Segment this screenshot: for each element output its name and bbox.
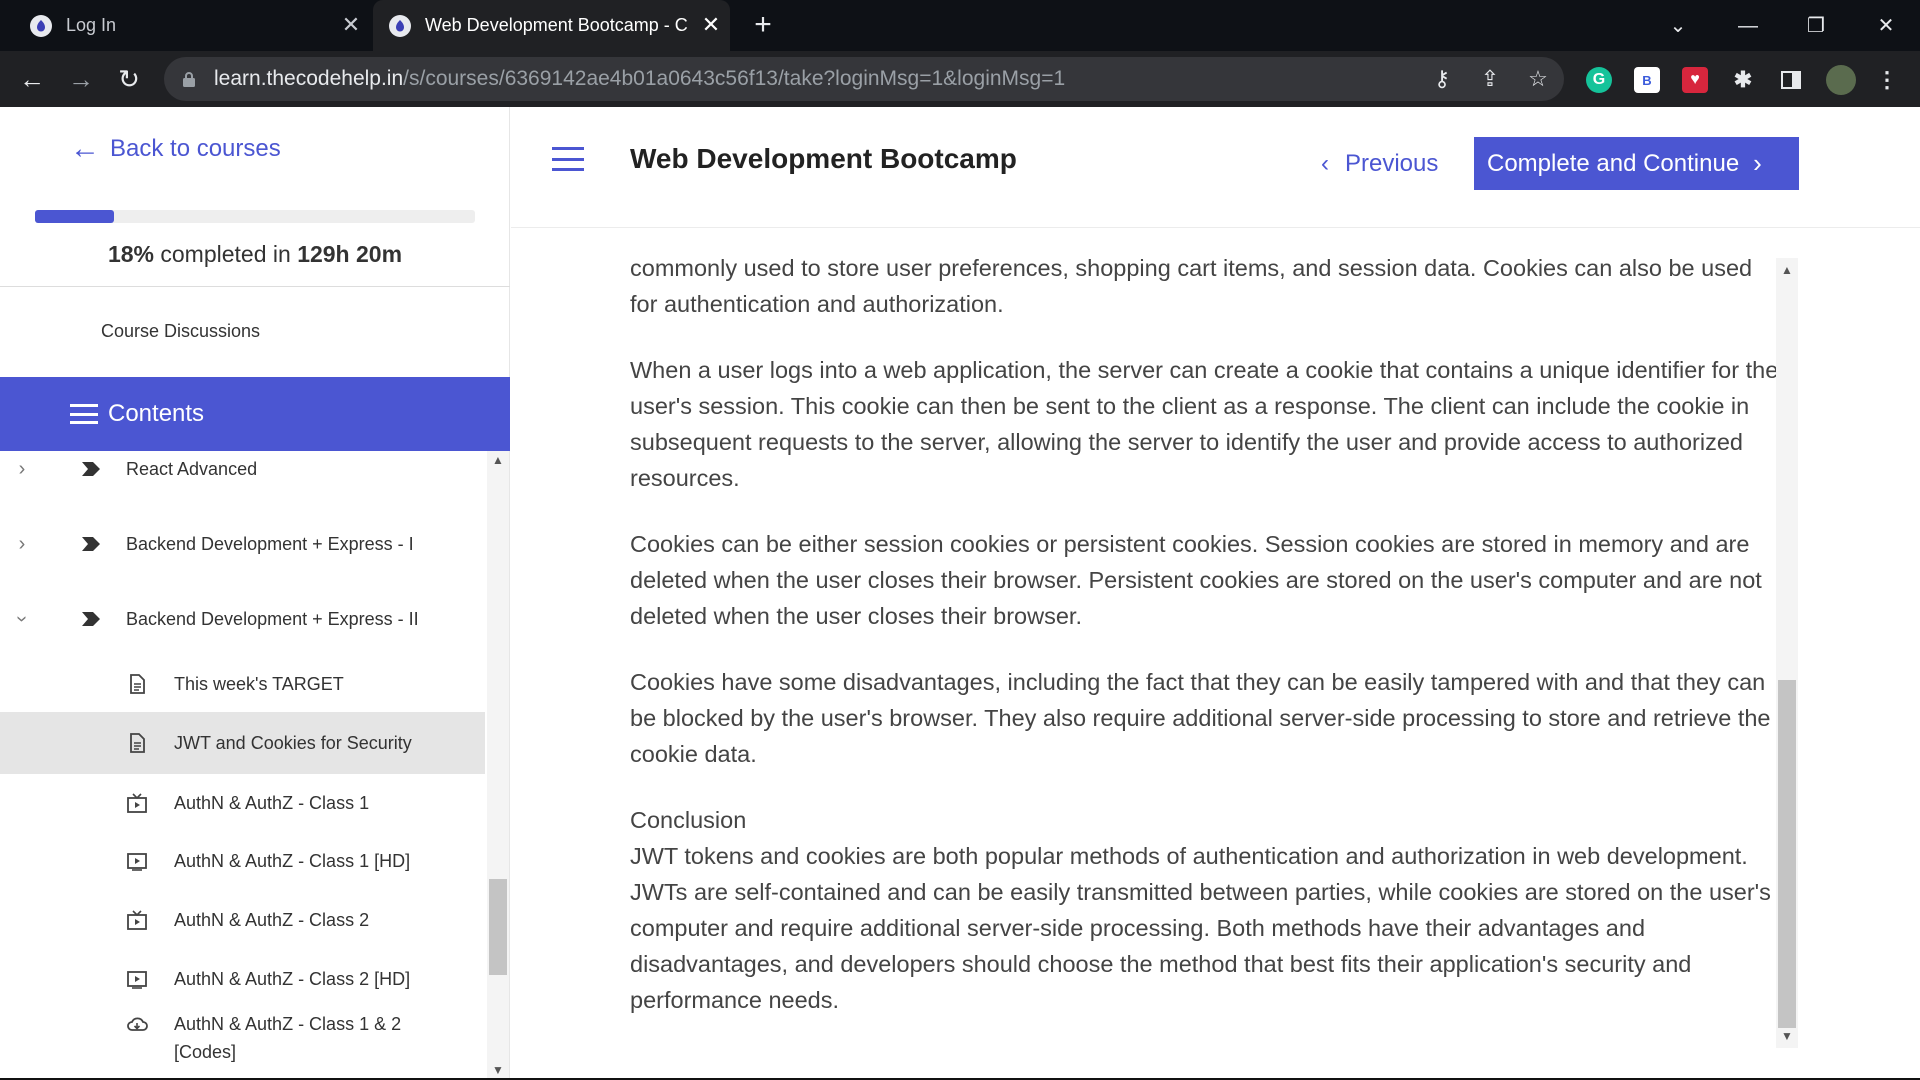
lesson-item[interactable]: This week's TARGET <box>0 656 485 712</box>
lesson-item[interactable]: AuthN & AuthZ - Class 1 & 2 [Codes] <box>0 1008 485 1080</box>
contents-header: Contents <box>0 377 510 451</box>
close-window-icon[interactable]: ✕ <box>1866 8 1906 44</box>
bookmark-star-icon[interactable]: ☆ <box>1524 65 1552 93</box>
section-tag-icon <box>82 612 100 626</box>
arrow-left-icon: ← <box>70 132 100 165</box>
chevron-down-icon[interactable]: › <box>11 609 33 629</box>
site-favicon-icon <box>389 14 411 37</box>
new-tab-button[interactable]: + <box>748 10 778 40</box>
course-progress-bar <box>35 210 475 223</box>
conclusion-text: JWT tokens and cookies are both popular … <box>630 843 1771 1013</box>
minimize-icon[interactable]: — <box>1728 8 1768 44</box>
address-bar[interactable]: learn.thecodehelp.in/s/courses/6369142ae… <box>164 57 1564 101</box>
sidebar-scrollbar-thumb[interactable] <box>489 879 507 975</box>
scroll-up-arrow-icon[interactable]: ▲ <box>1780 264 1794 276</box>
previous-label: Previous <box>1345 150 1439 177</box>
article-paragraph: commonly used to store user preferences,… <box>630 255 1753 317</box>
section-tag-icon <box>82 537 100 551</box>
progress-summary: 18% completed in 129h 20m <box>107 241 403 267</box>
share-icon[interactable]: ⇪ <box>1476 65 1504 93</box>
previous-button[interactable]: ‹ Previous <box>1321 150 1438 178</box>
side-panel-icon[interactable] <box>1778 67 1804 93</box>
browser-toolbar: ← → ↻ learn.thecodehelp.in/s/courses/636… <box>0 51 1920 107</box>
chevron-right-icon[interactable]: › <box>12 534 32 554</box>
forward-arrow-icon[interactable]: → <box>63 61 99 97</box>
video-live-icon <box>127 910 147 930</box>
video-icon <box>127 853 147 871</box>
lesson-label-line2: [Codes] <box>174 1042 237 1062</box>
back-to-courses-link[interactable]: ← Back to courses <box>70 132 281 165</box>
lesson-item-active[interactable]: JWT and Cookies for Security <box>0 712 485 774</box>
lesson-article: commonly used to store user preferences,… <box>630 250 1780 1018</box>
document-icon <box>130 674 145 694</box>
chevron-left-icon: ‹ <box>1321 150 1329 177</box>
tab-log-in[interactable]: Log In ✕ <box>0 0 370 51</box>
lesson-header: Web Development Bootcamp ‹ Previous Comp… <box>511 107 1920 228</box>
video-icon <box>127 971 147 989</box>
course-progress-fill <box>35 210 115 223</box>
section-backend-express-1[interactable]: › Backend Development + Express - I <box>0 524 485 564</box>
restore-icon[interactable]: ❐ <box>1796 8 1836 44</box>
scroll-down-arrow-icon[interactable]: ▼ <box>1780 1030 1794 1042</box>
chevron-right-icon: › <box>1753 148 1762 178</box>
complete-and-continue-button[interactable]: Complete and Continue › <box>1474 137 1799 190</box>
url-text: learn.thecodehelp.in/s/courses/6369142ae… <box>214 67 1066 90</box>
lesson-item[interactable]: AuthN & AuthZ - Class 1 [HD] <box>0 832 485 890</box>
lock-icon <box>183 72 195 87</box>
grammarly-extension-icon[interactable]: G <box>1586 67 1612 93</box>
curriculum-list: › React Advanced › Backend Development +… <box>0 451 485 1080</box>
puzzle-extensions-icon[interactable]: ✱ <box>1730 67 1756 93</box>
contents-label: Contents <box>108 400 205 427</box>
tab-title: Log In <box>66 15 117 35</box>
lesson-item[interactable]: AuthN & AuthZ - Class 1 <box>0 774 485 832</box>
section-react-advanced[interactable]: › React Advanced <box>0 451 485 489</box>
close-tab-icon[interactable]: ✕ <box>700 14 722 36</box>
tab-search-icon[interactable]: ⌄ <box>1658 8 1698 44</box>
course-sidebar: ← Back to courses 18% completed in 129h … <box>0 107 510 1080</box>
course-title: Web Development Bootcamp <box>630 143 1017 174</box>
extension-b-icon[interactable]: B <box>1634 67 1660 93</box>
browser-tab-strip: Log In ✕ Web Development Bootcamp - C ✕ … <box>0 0 1920 51</box>
scroll-up-arrow-icon[interactable]: ▲ <box>491 454 505 466</box>
article-scrollbar[interactable]: ▲ ▼ <box>1776 258 1798 1048</box>
list-icon <box>70 404 98 424</box>
article-paragraph: Cookies have some disadvantages, includi… <box>630 669 1771 767</box>
conclusion-heading: Conclusion <box>630 807 747 833</box>
complete-label: Complete and Continue <box>1487 149 1740 177</box>
course-discussions-link[interactable]: Course Discussions <box>101 321 260 342</box>
article-scrollbar-thumb[interactable] <box>1778 680 1796 1028</box>
close-tab-icon[interactable]: ✕ <box>340 14 362 36</box>
shield-extension-icon[interactable]: ♥ <box>1682 67 1708 93</box>
cloud-download-icon <box>127 1017 148 1031</box>
back-arrow-icon[interactable]: ← <box>14 61 50 97</box>
chevron-right-icon[interactable]: › <box>12 459 32 479</box>
hamburger-menu-icon[interactable] <box>552 147 584 171</box>
tab-web-development-bootcamp[interactable]: Web Development Bootcamp - C ✕ <box>373 0 730 51</box>
scroll-down-arrow-icon[interactable]: ▼ <box>491 1064 505 1076</box>
video-live-icon <box>127 793 147 813</box>
more-menu-icon[interactable]: ⋮ <box>1874 67 1900 93</box>
article-paragraph: Cookies can be either session cookies or… <box>630 531 1762 629</box>
profile-avatar[interactable] <box>1826 65 1856 95</box>
key-icon[interactable]: ⚷ <box>1428 65 1456 93</box>
site-favicon-icon <box>30 14 52 37</box>
reload-icon[interactable]: ↻ <box>111 61 147 97</box>
tab-title: Web Development Bootcamp - C <box>425 15 688 35</box>
article-paragraph: When a user logs into a web application,… <box>630 357 1779 491</box>
lesson-item[interactable]: AuthN & AuthZ - Class 2 <box>0 890 485 950</box>
back-to-courses-label: Back to courses <box>110 135 281 162</box>
section-backend-express-2[interactable]: › Backend Development + Express - II <box>0 599 485 639</box>
lesson-label: AuthN & AuthZ - Class 1 & 2 <box>174 1014 402 1034</box>
lesson-item[interactable]: AuthN & AuthZ - Class 2 [HD] <box>0 950 485 1008</box>
section-tag-icon <box>82 462 100 476</box>
sidebar-divider <box>0 286 510 287</box>
document-icon <box>130 733 145 753</box>
sidebar-scrollbar[interactable]: ▲ ▼ <box>487 451 509 1080</box>
